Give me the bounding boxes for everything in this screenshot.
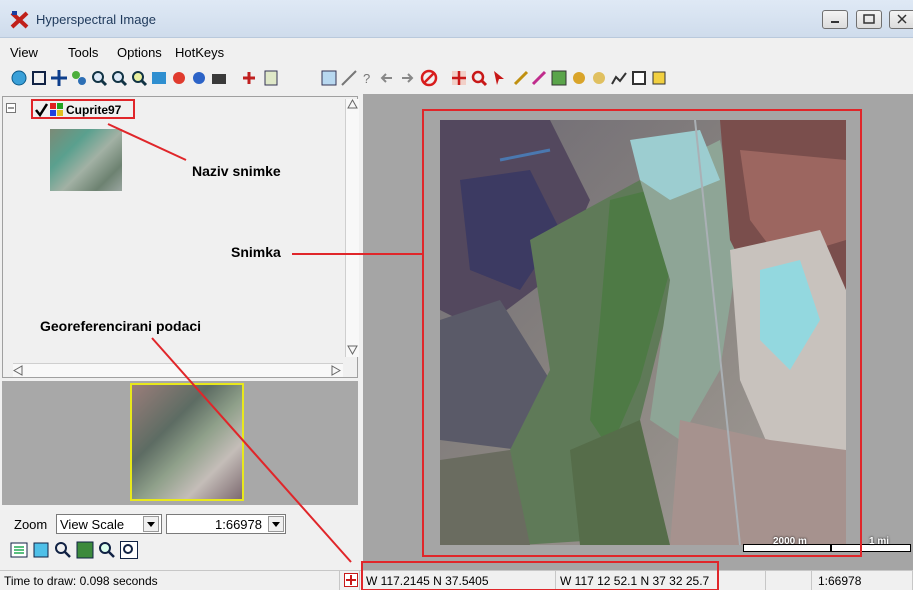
menu-bar: View Tools Options HotKeys (0, 40, 913, 64)
toolbar: ? (0, 66, 913, 92)
color-icon[interactable] (190, 69, 208, 87)
hyperspectral-image[interactable] (440, 120, 846, 545)
annotation-georef: Georeferencirani podaci (40, 318, 202, 334)
dropdown-arrow-icon[interactable] (143, 516, 159, 532)
dms-coordinates: W 117 12 52.1 N 37 32 25.7 (556, 571, 766, 590)
zoom-scale-value: 1:66978 (215, 517, 262, 532)
raster-layer-icon (50, 103, 63, 116)
scale-bar: 2000 m 1 mi (743, 536, 913, 562)
camera-icon[interactable] (210, 69, 228, 87)
menu-options[interactable]: Options (117, 45, 162, 60)
zoom-in-icon[interactable] (90, 69, 108, 87)
zoom-row: Zoom View Scale 1:66978 (4, 513, 360, 537)
add-layer-icon[interactable] (240, 69, 258, 87)
status-scale: 1:66978 (812, 571, 913, 590)
scroll-left-icon[interactable] (13, 365, 25, 376)
search-icon[interactable] (54, 541, 72, 559)
window-title: Hyperspectral Image (36, 12, 156, 27)
draw-time-status: Time to draw: 0.098 seconds (0, 571, 340, 590)
maximize-icon (863, 14, 875, 24)
cancel-draw-icon[interactable] (420, 69, 438, 87)
raster-icon[interactable] (550, 69, 568, 87)
query-icon[interactable]: ? (360, 69, 378, 87)
magnify-icon[interactable] (470, 69, 488, 87)
pan-icon[interactable] (50, 69, 68, 87)
frame-icon[interactable] (32, 541, 50, 559)
map-icon[interactable] (76, 541, 94, 559)
coordinate-toggle[interactable] (342, 571, 360, 590)
layer-thumbnail (50, 129, 122, 191)
layer-item-cuprite97[interactable]: Cuprite97 (31, 99, 135, 119)
maximize-button[interactable] (856, 10, 882, 29)
redraw-icon[interactable] (10, 69, 28, 87)
close-icon (897, 14, 907, 24)
decimal-coordinates: W 117.2145 N 37.5405 (362, 571, 556, 590)
menu-tools[interactable]: Tools (68, 45, 98, 60)
collapse-icon[interactable] (6, 103, 16, 113)
title-bar: Hyperspectral Image (0, 0, 913, 38)
profile-icon[interactable] (610, 69, 628, 87)
scale-label-metric: 2000 m (773, 536, 807, 547)
forward-icon[interactable] (398, 69, 416, 87)
layer-name: Cuprite97 (66, 103, 122, 117)
svg-text:?: ? (363, 71, 370, 86)
select-icon[interactable] (490, 69, 508, 87)
back-icon[interactable] (378, 69, 396, 87)
scale-label-imperial: 1 mi (869, 536, 890, 547)
scroll-down-icon[interactable] (347, 343, 358, 355)
close-button[interactable] (889, 10, 913, 29)
move-icon[interactable] (450, 69, 468, 87)
tools-icon[interactable] (570, 69, 588, 87)
annotation-layer-name: Naziv snimke (192, 163, 281, 179)
layer-checkbox-icon[interactable] (34, 103, 48, 117)
layer-list: Cuprite97 (2, 96, 359, 378)
status-bar: Time to draw: 0.098 seconds W 117.2145 N… (0, 570, 913, 590)
layer-list-horizontal-scrollbar[interactable] (13, 363, 343, 377)
window-icon[interactable] (630, 69, 648, 87)
app-logo-icon (10, 11, 29, 29)
region-icon[interactable] (170, 69, 188, 87)
zoom-label: Zoom (14, 517, 48, 532)
dropdown-arrow-icon[interactable] (268, 516, 284, 532)
measure-icon[interactable] (340, 69, 358, 87)
app-window: Hyperspectral Image View Tools Options H… (0, 0, 913, 590)
sketch-icon[interactable] (512, 69, 530, 87)
minimize-icon (831, 21, 839, 23)
full-view-icon[interactable] (30, 69, 48, 87)
annotation-image: Snimka (231, 244, 281, 260)
zoom-out-icon[interactable] (110, 69, 128, 87)
zoom-fit-icon[interactable] (98, 541, 116, 559)
menu-hotkeys[interactable]: HotKeys (175, 45, 224, 60)
crosshair-icon (344, 573, 358, 587)
image-raster (440, 120, 846, 545)
scroll-right-icon[interactable] (329, 365, 341, 376)
layer-tool-icon[interactable] (150, 69, 168, 87)
menu-view[interactable]: View (10, 45, 38, 60)
edit-icon[interactable] (530, 69, 548, 87)
one-to-one-icon[interactable] (320, 69, 338, 87)
zoom-scale-select[interactable]: 1:66978 (166, 514, 286, 534)
legend-icon[interactable] (10, 541, 28, 559)
tools2-icon[interactable] (590, 69, 608, 87)
zoom-box-icon[interactable] (130, 69, 148, 87)
overview-thumbnail[interactable] (130, 383, 244, 501)
minimize-button[interactable] (822, 10, 848, 29)
notes-icon[interactable] (650, 69, 668, 87)
scroll-up-icon[interactable] (347, 99, 358, 111)
overview-panel[interactable] (2, 381, 358, 505)
zoom-mode-select[interactable]: View Scale (56, 514, 162, 534)
zoom-mode-value: View Scale (60, 517, 125, 532)
group-icon[interactable] (70, 69, 88, 87)
layer-list-vertical-scrollbar[interactable] (345, 99, 359, 357)
layer-manager-icon[interactable] (262, 69, 280, 87)
status-blank (766, 571, 812, 590)
zoom-active-icon[interactable] (120, 541, 138, 559)
